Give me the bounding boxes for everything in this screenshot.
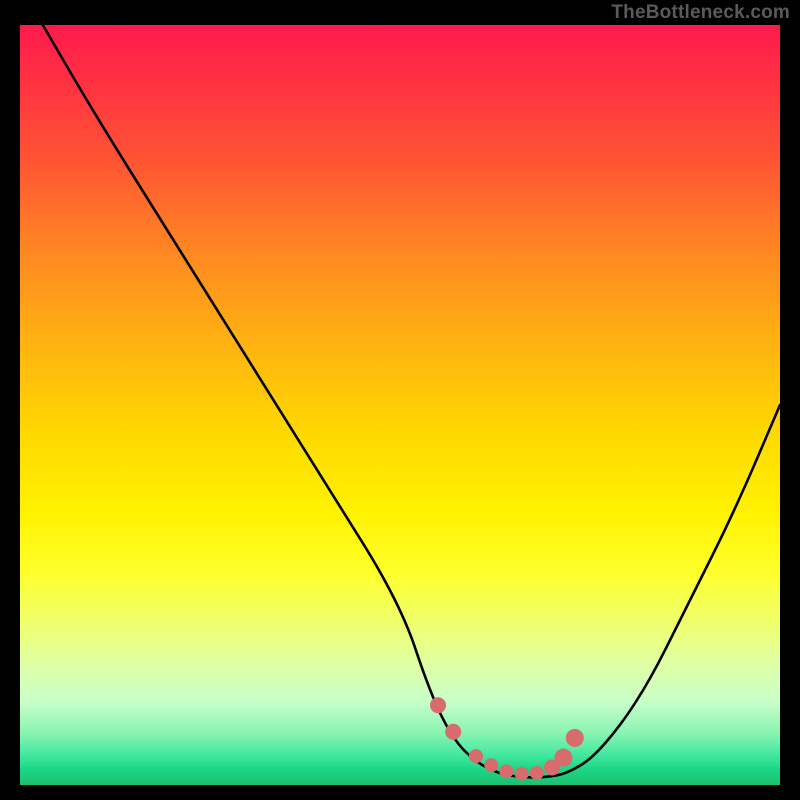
chart-frame: TheBottleneck.com — [0, 0, 800, 800]
gradient-background — [20, 25, 780, 785]
watermark-text: TheBottleneck.com — [611, 2, 790, 24]
plot-area — [20, 25, 780, 785]
